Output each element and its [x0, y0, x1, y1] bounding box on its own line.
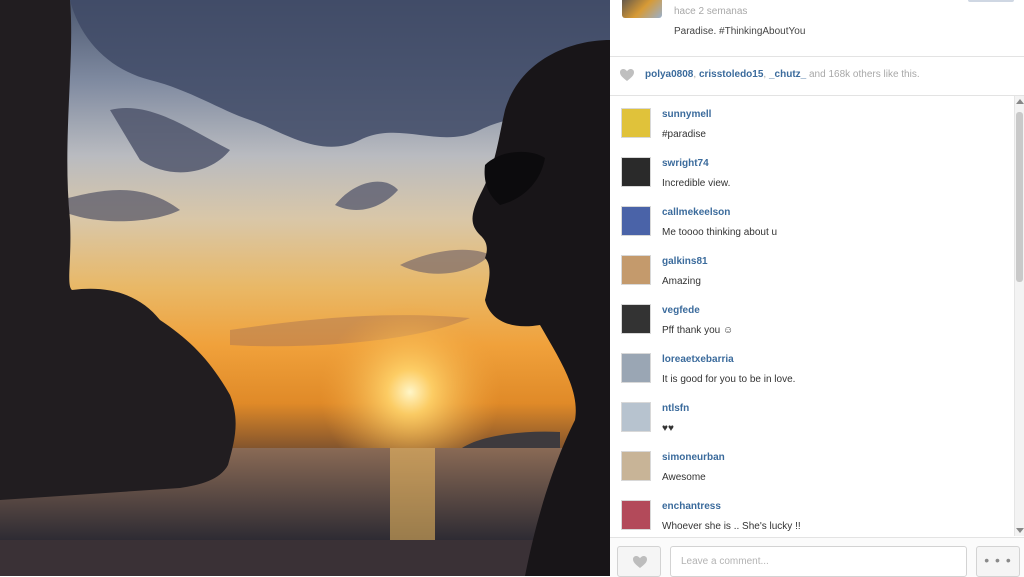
liker-link[interactable]: _chutz_ [769, 69, 806, 80]
comment-item: galkins81 Amazing [610, 243, 1014, 292]
heart-icon [620, 69, 634, 81]
like-button[interactable] [617, 546, 661, 577]
post-header: hace 2 semanas Paradise. #ThinkingAboutY… [610, 0, 1024, 57]
ellipsis-icon: • • • [984, 552, 1012, 568]
comment-text: Incredible view. [662, 178, 731, 189]
arrow-down-icon[interactable] [1016, 528, 1024, 533]
commenter-username[interactable]: swright74 [662, 158, 709, 169]
comment-input[interactable] [670, 546, 967, 577]
commenter-username[interactable]: vegfede [662, 305, 700, 316]
comment-item: loreaetxebarria It is good for you to be… [610, 341, 1014, 390]
comment-item: ntlsfn ♥♥ [610, 390, 1014, 439]
comment-text: #paradise [662, 129, 706, 140]
heart-icon [633, 556, 647, 568]
commenter-username[interactable]: sunnymell [662, 109, 711, 120]
commenter-username[interactable]: enchantress [662, 501, 721, 512]
post-timestamp: hace 2 semanas [674, 6, 748, 17]
more-options-button[interactable]: • • • [976, 546, 1020, 577]
commenter-avatar[interactable] [621, 402, 651, 432]
comments-list[interactable]: sunnymell #paradise swright74 Incredible… [610, 96, 1014, 536]
comment-item: callmekeelson Me toooo thinking about u [610, 194, 1014, 243]
comment-bar: • • • [610, 537, 1024, 577]
likes-summary: polya0808, crisstoledo15, _chutz_ and 16… [645, 69, 920, 80]
commenter-avatar[interactable] [621, 353, 651, 383]
liker-link[interactable]: crisstoledo15 [699, 69, 763, 80]
commenter-avatar[interactable] [621, 304, 651, 334]
commenter-avatar[interactable] [621, 157, 651, 187]
comment-item: vegfede Pff thank you ☺ [610, 292, 1014, 341]
comment-item: sunnymell #paradise [610, 96, 1014, 145]
commenter-avatar[interactable] [621, 255, 651, 285]
comment-text: ♥♥ [662, 423, 674, 434]
commenter-avatar[interactable] [621, 451, 651, 481]
liker-link[interactable]: polya0808 [645, 69, 693, 80]
commenter-avatar[interactable] [621, 108, 651, 138]
comment-text: Pff thank you ☺ [662, 325, 734, 336]
commenter-username[interactable]: callmekeelson [662, 207, 730, 218]
comment-item: enchantress Whoever she is .. She's luck… [610, 488, 1014, 536]
post-photo[interactable] [0, 0, 610, 576]
commenter-username[interactable]: loreaetxebarria [662, 354, 734, 365]
comment-text: It is good for you to be in love. [662, 374, 796, 385]
comment-text: Amazing [662, 276, 701, 287]
post-sidebar: hace 2 semanas Paradise. #ThinkingAboutY… [610, 0, 1024, 577]
scrollbar-thumb[interactable] [1016, 112, 1023, 282]
likes-count-text: and 168k others like this. [806, 69, 920, 80]
commenter-username[interactable]: simoneurban [662, 452, 725, 463]
commenter-avatar[interactable] [621, 206, 651, 236]
comments-scrollbar[interactable] [1014, 96, 1024, 536]
likes-row: polya0808, crisstoledo15, _chutz_ and 16… [610, 57, 1024, 96]
comment-item: swright74 Incredible view. [610, 145, 1014, 194]
comment-text: Awesome [662, 472, 706, 483]
comment-text: Whoever she is .. She's lucky !! [662, 521, 801, 532]
post-caption: Paradise. #ThinkingAboutYou [674, 26, 806, 37]
commenter-username[interactable]: galkins81 [662, 256, 708, 267]
author-avatar[interactable] [622, 0, 662, 18]
sunset-scene [0, 0, 610, 576]
arrow-up-icon[interactable] [1016, 99, 1024, 104]
commenter-avatar[interactable] [621, 500, 651, 530]
follow-button[interactable] [968, 0, 1014, 2]
commenter-username[interactable]: ntlsfn [662, 403, 689, 414]
comment-text: Me toooo thinking about u [662, 227, 778, 238]
comment-item: simoneurban Awesome [610, 439, 1014, 488]
